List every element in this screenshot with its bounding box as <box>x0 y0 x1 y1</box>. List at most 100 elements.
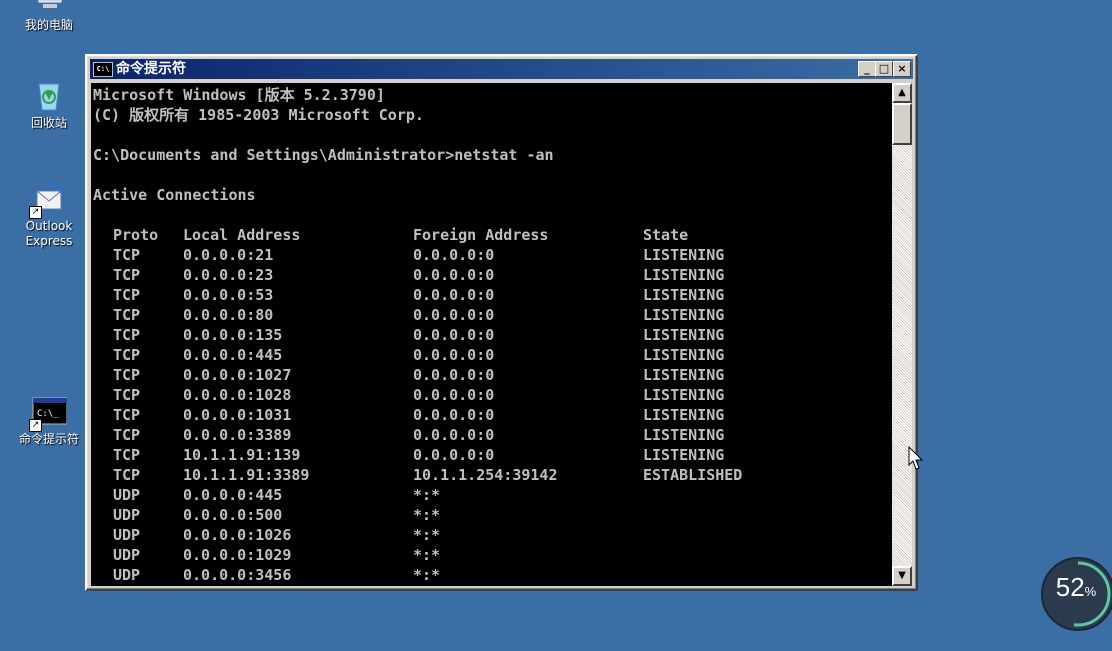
table-row: TCP 0.0.0.0:1028 0.0.0.0:0 LISTENING <box>93 385 873 405</box>
cell-state: LISTENING <box>643 266 725 284</box>
cell-local: 0.0.0.0:1026 <box>183 526 292 544</box>
cell-local: 0.0.0.0:1027 <box>183 366 292 384</box>
cell-proto: TCP <box>113 466 141 484</box>
cell-foreign: 0.0.0.0:0 <box>413 266 495 284</box>
table-row: UDP 0.0.0.0:3456 *:* <box>93 565 873 585</box>
console-prompt-line: C:\Documents and Settings\Administrator>… <box>93 146 554 164</box>
scroll-down-button[interactable]: ▼ <box>892 566 912 586</box>
cell-foreign: 10.1.1.254:39142 <box>413 466 558 484</box>
svg-text:C:\_: C:\_ <box>37 409 59 419</box>
close-button[interactable]: × <box>893 61 911 77</box>
table-row: UDP 0.0.0.0:500 *:* <box>93 505 873 525</box>
cell-state: LISTENING <box>643 326 725 344</box>
desktop-icon-my-computer[interactable]: 我的电脑 <box>9 0 89 33</box>
console-icon[interactable]: C:\ <box>93 62 113 77</box>
cell-foreign: 0.0.0.0:0 <box>413 446 495 464</box>
cell-foreign: 0.0.0.0:0 <box>413 326 495 344</box>
scroll-up-button[interactable]: ▲ <box>892 83 912 103</box>
table-row: TCP 0.0.0.0:135 0.0.0.0:0 LISTENING <box>93 325 873 345</box>
header-foreign-address: Foreign Address <box>413 226 549 244</box>
table-row: TCP 10.1.1.91:139 0.0.0.0:0 LISTENING <box>93 445 873 465</box>
cell-foreign: 0.0.0.0:0 <box>413 346 495 364</box>
desktop-icon-label: 回收站 <box>30 116 67 130</box>
cell-local: 0.0.0.0:135 <box>183 326 283 344</box>
cell-state: LISTENING <box>643 306 725 324</box>
outlook-express-icon: ↗ <box>29 181 67 219</box>
cell-state: LISTENING <box>643 246 725 264</box>
cell-local: 0.0.0.0:3389 <box>183 426 292 444</box>
cell-local: 0.0.0.0:1029 <box>183 546 292 564</box>
desktop-icon-label: 我的电脑 <box>24 18 73 32</box>
cell-foreign: 0.0.0.0:0 <box>413 386 495 404</box>
cell-state: ESTABLISHED <box>643 466 743 484</box>
cell-proto: TCP <box>113 446 141 464</box>
cell-proto: UDP <box>113 486 141 504</box>
cell-state: LISTENING <box>643 286 725 304</box>
cell-state: LISTENING <box>643 426 725 444</box>
cell-proto: TCP <box>113 326 141 344</box>
table-row: TCP 0.0.0.0:1027 0.0.0.0:0 LISTENING <box>93 365 873 385</box>
desktop-icon-outlook-express[interactable]: ↗ Outlook Express <box>9 181 89 249</box>
cell-state: LISTENING <box>643 406 725 424</box>
cell-state: LISTENING <box>643 446 725 464</box>
cell-foreign: *:* <box>413 526 441 544</box>
scroll-thumb[interactable] <box>892 103 912 145</box>
table-row: TCP 0.0.0.0:80 0.0.0.0:0 LISTENING <box>93 305 873 325</box>
cell-proto: TCP <box>113 346 141 364</box>
cell-proto: TCP <box>113 266 141 284</box>
window-title: 命令提示符 <box>116 61 186 77</box>
cell-local: 0.0.0.0:445 <box>183 346 283 364</box>
computer-icon <box>31 0 67 16</box>
cell-foreign: *:* <box>413 506 441 524</box>
table-row: TCP 0.0.0.0:1031 0.0.0.0:0 LISTENING <box>93 405 873 425</box>
command-prompt-icon: C:\_ ↗ <box>29 394 68 432</box>
command-prompt-window[interactable]: C:\ 命令提示符 _ □ × Microsoft Windows [版本 5.… <box>85 54 918 591</box>
console-banner-line: Microsoft Windows [版本 5.2.3790] <box>93 86 385 104</box>
cell-proto: UDP <box>113 546 141 564</box>
recycle-bin-icon <box>31 78 67 114</box>
table-row: TCP 0.0.0.0:21 0.0.0.0:0 LISTENING <box>93 245 873 265</box>
cell-state: LISTENING <box>643 346 725 364</box>
cell-local: 0.0.0.0:500 <box>183 506 283 524</box>
cell-foreign: 0.0.0.0:0 <box>413 286 495 304</box>
desktop-icon-command-prompt[interactable]: C:\_ ↗ 命令提示符 <box>9 394 89 447</box>
vertical-scrollbar[interactable]: ▲ ▼ <box>892 83 912 586</box>
cell-local: 0.0.0.0:23 <box>183 266 274 284</box>
table-row: TCP 10.1.1.91:3389 10.1.1.254:39142 ESTABLI… <box>93 465 873 485</box>
maximize-button[interactable]: □ <box>875 61 893 77</box>
table-row: TCP 0.0.0.0:3389 0.0.0.0:0 LISTENING <box>93 425 873 445</box>
table-row: TCP 0.0.0.0:23 0.0.0.0:0 LISTENING <box>93 265 873 285</box>
cell-local: 0.0.0.0:3456 <box>183 566 292 584</box>
window-titlebar[interactable]: C:\ 命令提示符 _ □ × <box>90 59 913 79</box>
cell-foreign: 0.0.0.0:0 <box>413 426 495 444</box>
shortcut-arrow-icon: ↗ <box>29 419 42 432</box>
cell-proto: UDP <box>113 506 141 524</box>
table-header: Proto Local Address Foreign Address Stat… <box>93 225 873 245</box>
cell-local: 0.0.0.0:53 <box>183 286 274 304</box>
minimize-button[interactable]: _ <box>858 61 876 77</box>
desktop-icon-recycle-bin[interactable]: 回收站 <box>9 78 89 131</box>
header-local-address: Local Address <box>183 226 301 244</box>
table-row: UDP 0.0.0.0:1029 *:* <box>93 545 873 565</box>
cell-foreign: *:* <box>413 486 441 504</box>
desktop-icon-label: 命令提示符 <box>18 432 79 446</box>
shortcut-arrow-icon: ↗ <box>29 206 42 219</box>
cell-proto: TCP <box>113 406 141 424</box>
cell-local: 0.0.0.0:445 <box>183 486 283 504</box>
cell-foreign: 0.0.0.0:0 <box>413 306 495 324</box>
cell-local: 0.0.0.0:1031 <box>183 406 292 424</box>
cell-proto: TCP <box>113 306 141 324</box>
table-row: TCP 0.0.0.0:53 0.0.0.0:0 LISTENING <box>93 285 873 305</box>
table-row: TCP 0.0.0.0:445 0.0.0.0:0 LISTENING <box>93 345 873 365</box>
cell-local: 10.1.1.91:3389 <box>183 466 310 484</box>
cell-state: LISTENING <box>643 366 725 384</box>
cell-foreign: *:* <box>413 566 441 584</box>
cell-proto: TCP <box>113 246 141 264</box>
header-proto: Proto <box>113 226 159 244</box>
console-section-title: Active Connections <box>93 186 256 204</box>
console-output[interactable]: Microsoft Windows [版本 5.2.3790] (C) 版权所有… <box>91 83 892 586</box>
desktop-icon-label: Outlook Express <box>25 219 73 248</box>
cell-proto: TCP <box>113 366 141 384</box>
cell-proto: TCP <box>113 426 141 444</box>
cell-proto: TCP <box>113 386 141 404</box>
